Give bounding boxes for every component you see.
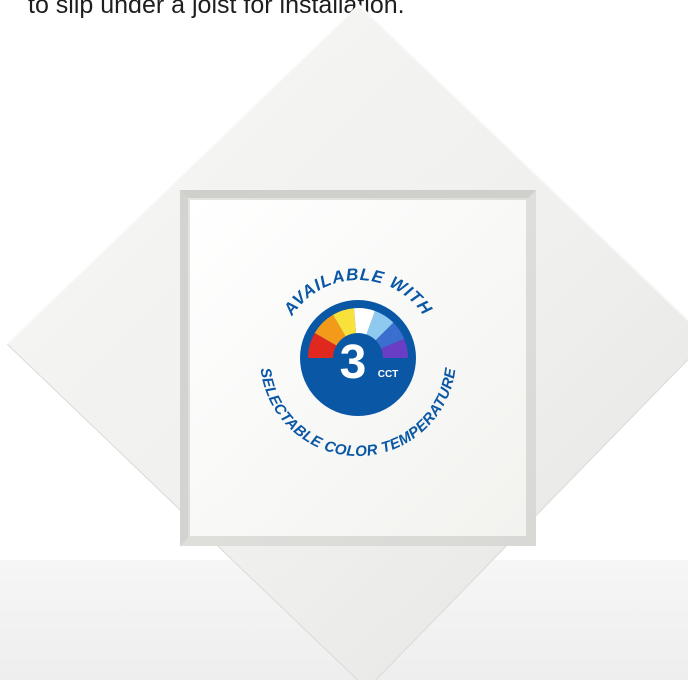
cct-badge: AVAILABLE WITH SELECTABLE COLOR TEMPERAT… (257, 265, 460, 460)
recess-shadow-top (180, 190, 536, 198)
badge-number: 3 (340, 336, 367, 389)
badge-unit: CCT (378, 369, 399, 380)
recess-shadow-left (180, 190, 188, 546)
